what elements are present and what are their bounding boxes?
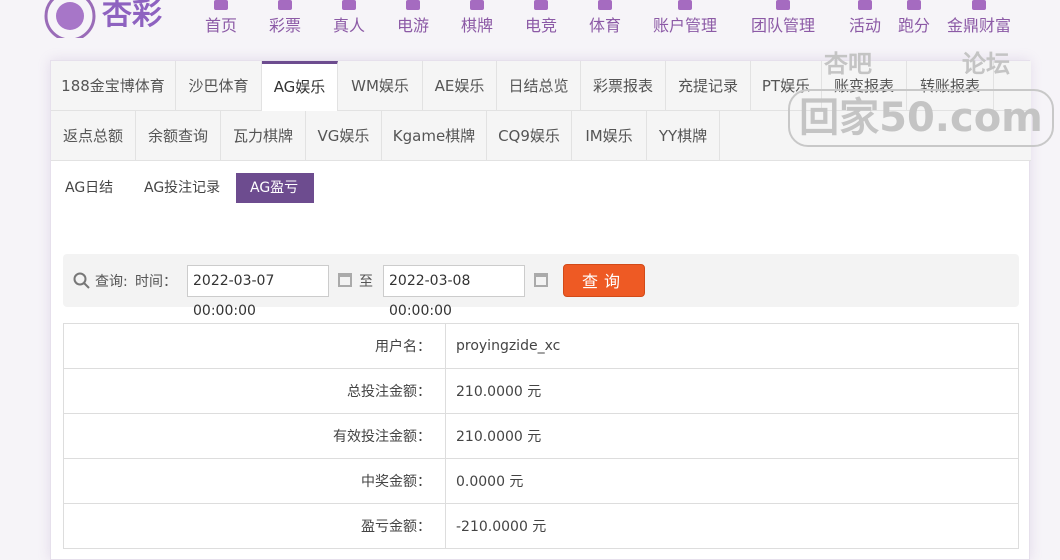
row-label: 盈亏金额： [63, 503, 446, 549]
nav-chess[interactable]: 棋牌 [461, 0, 494, 36]
row-label: 用户名： [63, 323, 446, 369]
nav-label: 电竞 [525, 16, 558, 35]
nav-label: 真人 [333, 16, 366, 35]
watermark: 回家50.com [788, 89, 1054, 147]
table-row: 总投注金额： 210.0000 元 [63, 368, 1019, 414]
nav-label: 棋牌 [461, 16, 494, 35]
query-button[interactable]: 查询 [563, 264, 645, 297]
lottery-icon [278, 0, 292, 10]
tab-cq9[interactable]: CQ9娱乐 [487, 111, 572, 161]
nav-sports[interactable]: 体育 [589, 0, 622, 36]
tab-im[interactable]: IM娱乐 [572, 111, 647, 161]
tab-ag[interactable]: AG娱乐 [262, 61, 338, 111]
nav-lottery[interactable]: 彩票 [269, 0, 302, 36]
nav-label: 体育 [589, 16, 622, 35]
nav-esports[interactable]: 电竞 [525, 0, 558, 36]
trophy-icon [598, 0, 612, 10]
account-icon [678, 0, 692, 10]
tab-kgame[interactable]: Kgame棋牌 [382, 111, 487, 161]
wealth-icon [972, 0, 986, 10]
tab-wm[interactable]: WM娱乐 [338, 61, 423, 111]
nav-label: 活动 [849, 16, 882, 35]
table-row: 有效投注金额： 210.0000 元 [63, 413, 1019, 459]
nav-slots[interactable]: 电游 [397, 0, 430, 36]
table-row: 盈亏金额： -210.0000 元 [63, 503, 1019, 549]
paofen-icon [907, 0, 921, 10]
tab-vg[interactable]: VG娱乐 [306, 111, 382, 161]
watermark-text: 杏吧 [824, 50, 872, 78]
nav-label: 首页 [205, 16, 238, 35]
nav-label: 团队管理 [751, 16, 816, 35]
profit-table: 用户名： proyingzide_xc 总投注金额： 210.0000 元 有效投注… [63, 323, 1019, 549]
watermark-text: 论坛 [962, 50, 1010, 78]
nav-label: 彩票 [269, 16, 302, 35]
live-icon [342, 0, 356, 10]
gamepad-icon [406, 0, 420, 10]
nav-label: 跑分 [898, 16, 931, 35]
tab-shaba[interactable]: 沙巴体育 [176, 61, 262, 111]
row-value: -210.0000 元 [445, 503, 1019, 549]
row-value: proyingzide_xc [445, 323, 1019, 369]
subtab-ag-profit[interactable]: AG盈亏 [236, 173, 314, 203]
tab-balance[interactable]: 余额查询 [136, 111, 221, 161]
tab-wali[interactable]: 瓦力棋牌 [221, 111, 306, 161]
row-value: 210.0000 元 [445, 368, 1019, 414]
start-date-input[interactable]: 2022-03-07 00:00:00 [187, 265, 329, 319]
calendar-icon[interactable] [534, 273, 548, 287]
tab-daily-summary[interactable]: 日结总览 [497, 61, 581, 111]
home-icon [214, 0, 228, 10]
nav-label: 金鼎财富 [947, 16, 1012, 35]
team-icon [776, 0, 790, 10]
to-label: 至 [359, 274, 373, 290]
gift-icon [858, 0, 872, 10]
search-bar: 查询: 时间： 2022-03-07 00:00:00 至 2022-03-08… [63, 254, 1019, 319]
nav-paofen[interactable]: 跑分 [898, 0, 931, 36]
tab-yy[interactable]: YY棋牌 [647, 111, 720, 161]
nav-label: 账户管理 [653, 16, 718, 35]
row-label: 总投注金额： [63, 368, 446, 414]
row-value: 210.0000 元 [445, 413, 1019, 459]
nav-live[interactable]: 真人 [333, 0, 366, 36]
tab-188bet[interactable]: 188金宝博体育 [51, 61, 176, 111]
time-label: 时间： [135, 274, 177, 290]
esports-icon [534, 0, 548, 10]
nav-wealth[interactable]: 金鼎财富 [947, 0, 1012, 36]
nav-home[interactable]: 首页 [205, 0, 238, 36]
search-icon [73, 272, 90, 289]
row-value: 0.0000 元 [445, 458, 1019, 504]
nav-account[interactable]: 账户管理 [653, 0, 718, 36]
nav-team[interactable]: 团队管理 [751, 0, 816, 36]
table-row: 中奖金额： 0.0000 元 [63, 458, 1019, 504]
table-row: 用户名： proyingzide_xc [63, 323, 1019, 369]
subtab-ag-daily[interactable]: AG日结 [51, 173, 127, 203]
nav-activity[interactable]: 活动 [849, 0, 882, 36]
tab-rebate[interactable]: 返点总额 [51, 111, 136, 161]
row-label: 有效投注金额： [63, 413, 446, 459]
logo[interactable]: 杏彩 [40, 0, 190, 42]
nav-label: 电游 [397, 16, 430, 35]
calendar-icon[interactable] [338, 273, 352, 287]
query-label: 查询: [95, 274, 128, 290]
row-label: 中奖金额： [63, 458, 446, 504]
cards-icon [470, 0, 484, 10]
end-date-input[interactable]: 2022-03-08 00:00:00 [383, 265, 525, 319]
tab-lottery-report[interactable]: 彩票报表 [581, 61, 666, 111]
subtab-ag-bets[interactable]: AG投注记录 [130, 173, 234, 203]
tab-deposit-withdraw[interactable]: 充提记录 [666, 61, 751, 111]
tab-ae[interactable]: AE娱乐 [423, 61, 497, 111]
top-nav: 杏彩 首页 彩票 真人 电游 棋牌 电竞 体育 账户管理 团队管理 活动 跑分 … [0, 0, 1060, 50]
logo-text: 杏彩 [102, 0, 162, 32]
